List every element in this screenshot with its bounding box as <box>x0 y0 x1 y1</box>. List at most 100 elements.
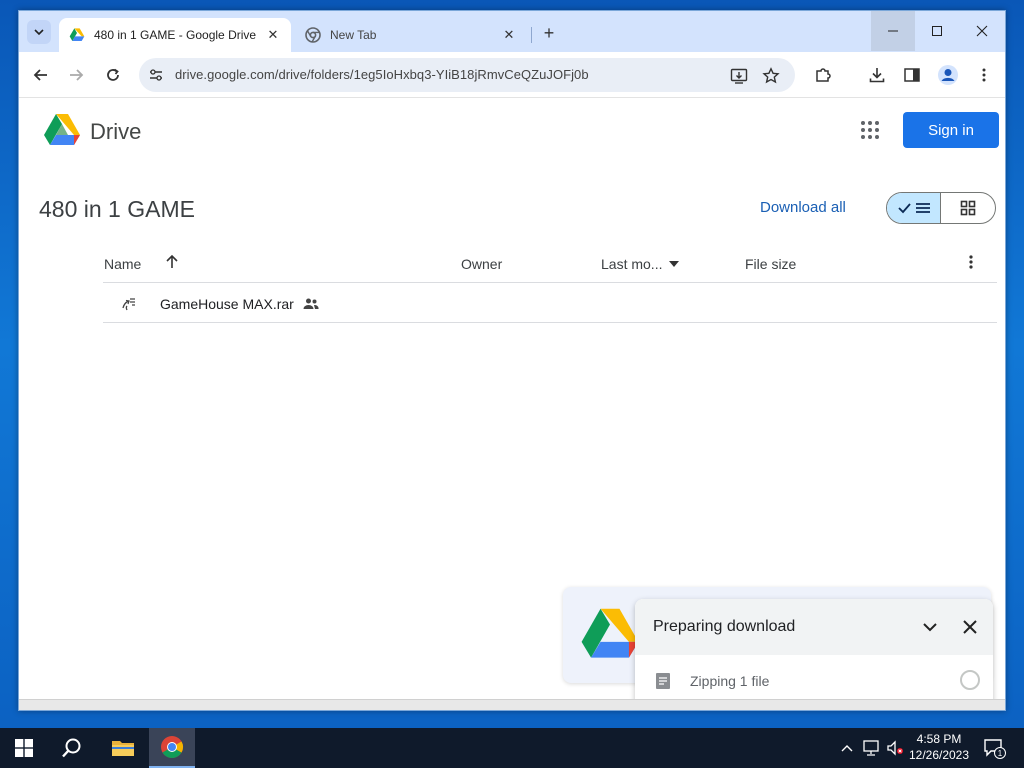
minimize-button[interactable] <box>871 11 915 51</box>
install-app-button[interactable] <box>729 66 749 86</box>
clock[interactable]: 4:58 PM 12/26/2023 <box>902 731 976 763</box>
reload-icon <box>107 68 119 81</box>
chevron-up-icon <box>841 745 853 752</box>
install-icon <box>730 68 748 84</box>
minimize-icon <box>888 30 898 32</box>
list-view-button[interactable] <box>887 193 942 223</box>
tab-search-button[interactable] <box>27 20 51 44</box>
start-button[interactable] <box>4 728 44 768</box>
avatar-icon <box>938 65 958 85</box>
close-icon[interactable] <box>961 618 979 636</box>
grid-view-button[interactable] <box>941 193 995 223</box>
downloads-button[interactable] <box>865 63 889 87</box>
chrome-window: 480 in 1 GAME - Google Drive ✕ New Tab ✕… <box>18 10 1006 711</box>
notification-center-button[interactable]: 1 <box>982 736 1006 760</box>
grid-icon <box>960 200 976 216</box>
maximize-button[interactable] <box>915 11 959 51</box>
windows-icon <box>15 739 33 757</box>
more-vertical-icon <box>982 68 986 82</box>
close-icon <box>976 25 988 37</box>
folder-title: 480 in 1 GAME <box>39 196 195 222</box>
progress-spinner <box>960 670 980 690</box>
clock-date: 12/26/2023 <box>908 748 970 762</box>
tab-title: New Tab <box>330 28 377 42</box>
forward-button[interactable] <box>64 63 88 87</box>
reload-button[interactable] <box>101 63 125 87</box>
arrow-up-icon[interactable] <box>164 254 180 270</box>
profile-button[interactable] <box>936 63 960 87</box>
more-options-button[interactable] <box>963 254 979 270</box>
arrow-left-icon <box>33 69 47 81</box>
download-popup-title: Preparing download <box>653 618 796 635</box>
download-popup: Preparing download Zipping 1 file <box>635 599 993 709</box>
chrome-taskbar-button[interactable] <box>149 728 195 768</box>
table-row[interactable]: GameHouse MAX.rar <box>103 283 997 323</box>
download-all-link[interactable]: Download all <box>760 199 846 216</box>
row-divider <box>103 322 997 323</box>
clock-time: 4:58 PM <box>916 732 962 746</box>
apps-grid-icon[interactable] <box>859 119 881 141</box>
chrome-icon <box>305 27 321 43</box>
tab-strip: 480 in 1 GAME - Google Drive ✕ New Tab ✕… <box>19 11 1005 52</box>
chrome-icon <box>161 736 183 758</box>
drive-page: Drive Sign in 480 in 1 GAME Download all <box>19 99 1005 709</box>
new-tab-button[interactable]: + <box>539 23 559 43</box>
browser-toolbar: drive.google.com/drive/folders/1eg5IoHxb… <box>19 52 1005 98</box>
more-vertical-icon <box>969 255 973 269</box>
sign-in-button[interactable]: Sign in <box>903 112 999 148</box>
search-button[interactable] <box>52 728 92 768</box>
maximize-icon <box>932 26 942 36</box>
caret-down-icon <box>669 261 680 267</box>
download-status: Zipping 1 file <box>690 673 770 689</box>
puzzle-icon <box>816 68 831 82</box>
people-icon <box>303 298 319 309</box>
close-icon[interactable]: ✕ <box>501 27 517 43</box>
search-icon <box>62 738 81 758</box>
taskbar: 4:58 PM 12/26/2023 1 <box>0 728 1024 768</box>
site-info-icon[interactable] <box>147 66 165 84</box>
archive-file-icon <box>122 298 135 311</box>
arrow-right-icon <box>70 69 84 81</box>
tab-google-drive[interactable]: 480 in 1 GAME - Google Drive ✕ <box>59 18 291 52</box>
column-header-file-size: File size <box>745 256 797 272</box>
google-drive-logo[interactable] <box>43 113 81 147</box>
extensions-button[interactable] <box>811 63 835 87</box>
folder-icon <box>112 741 134 756</box>
drive-brand: Drive <box>90 119 142 144</box>
tune-icon <box>150 69 162 81</box>
star-icon <box>762 67 780 84</box>
column-header-last-modified[interactable]: Last mo... <box>601 256 680 272</box>
side-panel-button[interactable] <box>900 63 924 87</box>
url-text: drive.google.com/drive/folders/1eg5IoHxb… <box>175 67 589 82</box>
network-button[interactable] <box>860 728 882 768</box>
tab-title: 480 in 1 GAME - Google Drive <box>94 28 257 42</box>
google-drive-icon <box>69 28 85 41</box>
column-header-name[interactable]: Name <box>104 256 141 272</box>
close-icon[interactable]: ✕ <box>265 27 281 43</box>
tab-separator <box>531 27 532 43</box>
download-popup-header: Preparing download <box>635 599 993 655</box>
address-bar[interactable]: drive.google.com/drive/folders/1eg5IoHxb… <box>139 58 795 92</box>
chevron-down-icon <box>34 29 44 36</box>
back-button[interactable] <box>29 63 53 87</box>
file-explorer-button[interactable] <box>101 728 145 768</box>
horizontal-scrollbar[interactable] <box>19 699 1005 710</box>
file-name[interactable]: GameHouse MAX.rar <box>160 296 294 312</box>
window-close-button[interactable] <box>960 11 1004 51</box>
chevron-down-icon[interactable] <box>921 618 939 636</box>
column-header-owner: Owner <box>461 256 503 272</box>
side-panel-icon <box>904 68 920 82</box>
network-icon <box>863 740 879 756</box>
file-document-icon <box>656 673 670 689</box>
check-list-icon <box>897 203 930 214</box>
column-header-label: Last mo... <box>601 256 663 272</box>
show-hidden-icons-button[interactable] <box>838 728 856 768</box>
google-drive-logo <box>581 608 639 658</box>
view-toggle <box>886 192 996 224</box>
tab-new-tab[interactable]: New Tab ✕ <box>295 18 527 52</box>
notification-count: 1 <box>998 749 1003 758</box>
bookmark-button[interactable] <box>761 66 781 86</box>
notification-icon: 1 <box>984 739 1006 759</box>
menu-button[interactable] <box>972 63 996 87</box>
download-icon <box>869 68 885 83</box>
